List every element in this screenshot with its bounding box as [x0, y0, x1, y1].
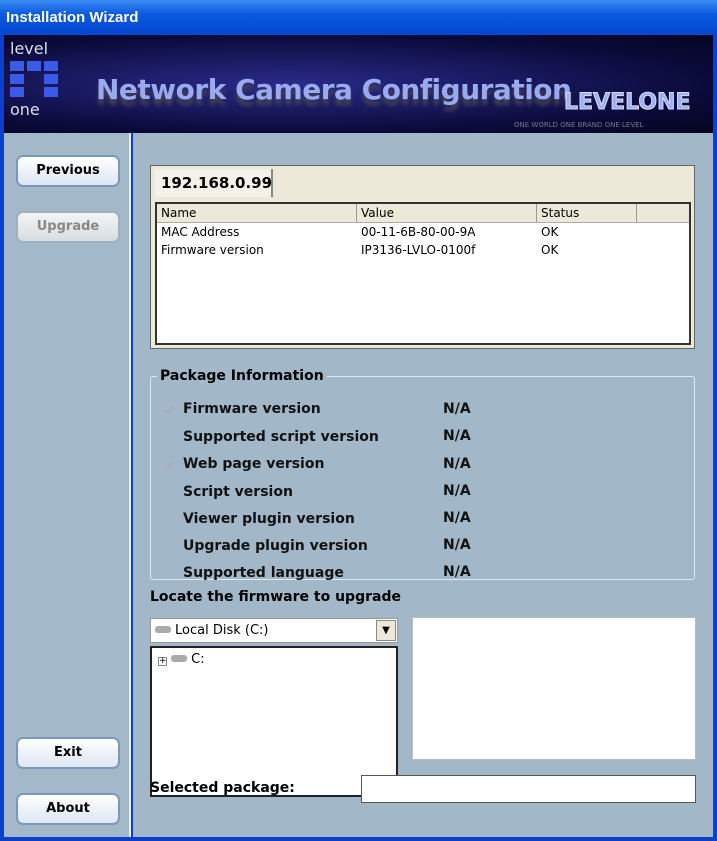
exit-button[interactable]: Exit — [16, 737, 120, 769]
row-name: Firmware version — [161, 243, 264, 257]
package-item: Script version N/A — [163, 483, 471, 500]
package-item: ✔ Firmware version N/A — [163, 401, 471, 417]
package-item: ✔ Web page version N/A — [163, 456, 471, 472]
device-info-list[interactable]: Name Value Status MAC Address 00-11-6B-80… — [155, 202, 691, 345]
column-header-value[interactable]: Value — [357, 204, 537, 222]
upgrade-button[interactable]: Upgrade — [16, 211, 120, 243]
item-value: N/A — [443, 401, 471, 417]
item-value: N/A — [443, 456, 471, 472]
item-label: Viewer plugin version — [183, 511, 355, 527]
tagline: ONE WORLD ONE BRAND ONE LEVEL — [514, 121, 644, 129]
package-information-legend: Package Information — [160, 368, 324, 384]
sidebar: Previous Upgrade Exit About — [4, 133, 131, 837]
item-label: Supported language — [183, 565, 344, 581]
package-item: Supported language N/A — [163, 564, 471, 581]
item-value: N/A — [443, 564, 471, 580]
brand-logo: LEVELONE — [563, 90, 691, 116]
banner: level one Network Camera Configuration LE… — [4, 35, 713, 133]
selected-package-label: Selected package: — [150, 780, 295, 796]
logo-text-top: level — [10, 39, 49, 58]
about-button[interactable]: About — [16, 793, 120, 825]
package-information-group: Package Information ✔ Firmware version N/A… — [150, 368, 695, 581]
locate-firmware-label: Locate the firmware to upgrade — [150, 589, 401, 605]
column-header-status[interactable]: Status — [537, 204, 637, 222]
list-header: Name Value Status — [157, 204, 689, 223]
expand-icon[interactable]: + — [158, 657, 167, 666]
row-status: OK — [541, 243, 559, 257]
package-item: Viewer plugin version N/A — [163, 510, 471, 527]
item-value: N/A — [443, 537, 471, 553]
item-value: N/A — [443, 510, 471, 526]
item-label: Upgrade plugin version — [183, 538, 368, 554]
tab-device-ip[interactable]: 192.168.0.99 — [155, 169, 273, 197]
main-panel: 192.168.0.99 Name Value Status MAC Addre… — [133, 133, 713, 837]
item-label: Firmware version — [183, 401, 321, 417]
item-value: N/A — [443, 428, 471, 444]
banner-title: Network Camera Configuration — [96, 73, 572, 106]
row-status: OK — [541, 225, 559, 239]
row-value: 00-11-6B-80-00-9A — [361, 225, 476, 239]
file-list[interactable] — [412, 617, 696, 760]
disk-icon — [171, 655, 188, 662]
window-title: Installation Wizard — [6, 9, 139, 26]
selected-package-field[interactable] — [361, 775, 696, 803]
tree-node-c[interactable]: C: — [191, 652, 204, 667]
checkbox-checked-disabled[interactable]: ✔ — [163, 403, 177, 417]
title-bar: Installation Wizard — [0, 0, 717, 35]
package-item: Upgrade plugin version N/A — [163, 537, 471, 554]
package-item: Supported script version N/A — [163, 428, 471, 445]
disk-icon — [155, 626, 171, 633]
drive-select[interactable]: Local Disk (C:) ▼ — [150, 618, 398, 643]
item-label: Web page version — [183, 456, 325, 472]
column-header-name[interactable]: Name — [157, 204, 357, 222]
row-name: MAC Address — [161, 225, 240, 239]
list-row[interactable]: Firmware version IP3136-LVLO-0100f OK — [157, 241, 689, 259]
list-row[interactable]: MAC Address 00-11-6B-80-00-9A OK — [157, 223, 689, 241]
device-tab-panel: 192.168.0.99 Name Value Status MAC Addre… — [150, 165, 695, 349]
previous-button[interactable]: Previous — [16, 155, 120, 187]
chevron-down-icon[interactable]: ▼ — [376, 620, 396, 641]
levelone-logo: level one — [10, 39, 70, 127]
logo-text-bottom: one — [10, 100, 40, 119]
item-label: Supported script version — [183, 429, 379, 445]
item-value: N/A — [443, 483, 471, 499]
row-value: IP3136-LVLO-0100f — [361, 243, 476, 257]
checkbox-checked-disabled[interactable]: ✔ — [163, 458, 177, 472]
item-label: Script version — [183, 484, 293, 500]
drive-value: Local Disk (C:) — [175, 623, 269, 638]
